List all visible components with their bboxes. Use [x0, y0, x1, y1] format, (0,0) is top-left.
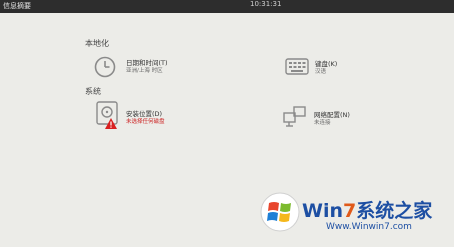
datetime-item[interactable]: 日期和时间(T) 亚洲/上海 时区 [92, 54, 202, 80]
keyboard-item[interactable]: 键盘(K) 汉语 [285, 56, 395, 82]
watermark-brand: Win7系统之家 [302, 196, 432, 223]
windows-logo-icon [260, 192, 300, 236]
install-destination-item[interactable]: 安装位置(D) 未选择任何磁盘 [95, 100, 205, 129]
section-title-system: 系统 [85, 87, 101, 96]
watermark-logo: Win7系统之家 Www.Winwin7.com [250, 184, 450, 244]
watermark-brand-prefix: Win [302, 200, 343, 222]
warning-icon [105, 114, 117, 133]
network-item[interactable]: 网络配置(N) 未连接 [283, 106, 393, 130]
clock-icon [94, 56, 116, 82]
keyboard-status: 汉语 [315, 69, 327, 75]
network-icon [283, 106, 307, 132]
keyboard-icon [285, 57, 309, 81]
clock-text: 10:31:31 [250, 0, 282, 8]
window-title: 信息摘要 [3, 2, 31, 10]
top-bar: 信息摘要 10:31:31 [0, 0, 454, 13]
watermark-url: Www.Winwin7.com [326, 222, 412, 232]
watermark-brand-seven: 7 [343, 200, 357, 222]
watermark-brand-suffix: 系统之家 [356, 200, 433, 222]
section-title-localization: 本地化 [85, 39, 109, 48]
install-destination-status: 未选择任何磁盘 [126, 119, 165, 125]
network-status: 未连接 [314, 120, 331, 126]
datetime-status: 亚洲/上海 时区 [126, 68, 163, 74]
